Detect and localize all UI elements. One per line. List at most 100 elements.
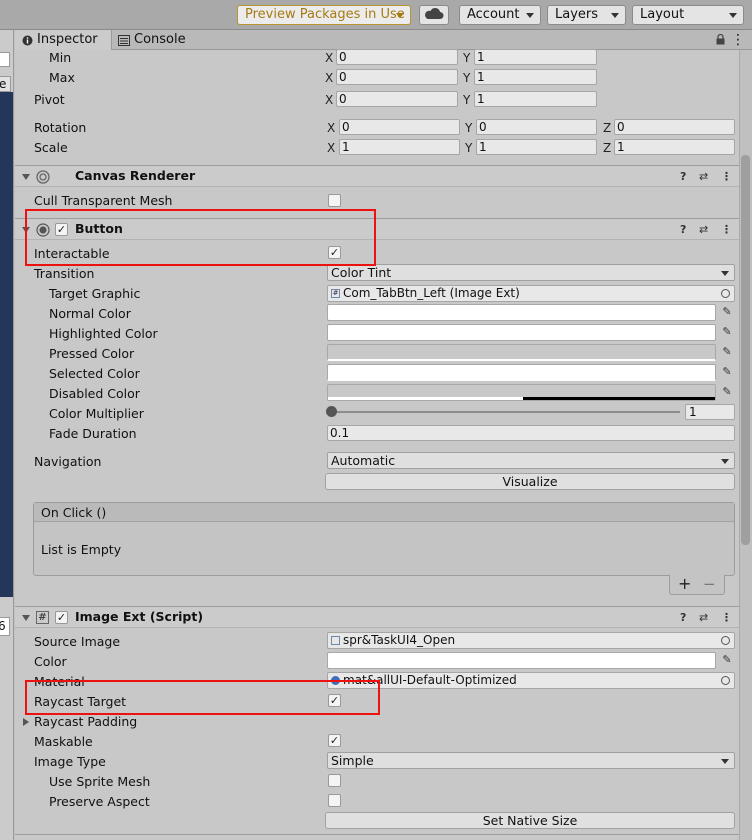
presets-icon[interactable]: ⇄ bbox=[699, 171, 708, 183]
canvas-renderer-header[interactable]: Canvas Renderer ? ⇄ ⋮ bbox=[15, 165, 739, 187]
scale-z-field[interactable]: 1 bbox=[614, 139, 735, 155]
hierarchy-search-field[interactable] bbox=[0, 52, 10, 67]
list-empty-text: List is Empty bbox=[41, 542, 122, 557]
pivot-x-field[interactable]: 0 bbox=[336, 91, 458, 107]
eyedropper-icon[interactable]: ✎ bbox=[720, 365, 734, 379]
layers-dropdown[interactable]: Layers bbox=[547, 5, 626, 25]
axis-y-label: Y bbox=[463, 93, 471, 107]
color-multiplier-slider-handle[interactable] bbox=[326, 406, 337, 417]
component-menu-icon[interactable]: ⋮ bbox=[721, 224, 732, 236]
on-click-event-box: On Click () List is Empty bbox=[33, 502, 735, 576]
raycast-target-checkbox[interactable]: ✓ bbox=[328, 694, 341, 707]
image-ext-enabled-checkbox[interactable]: ✓ bbox=[55, 611, 68, 624]
preserve-aspect-checkbox[interactable] bbox=[328, 794, 341, 807]
color-multiplier-slider-track[interactable] bbox=[332, 411, 680, 413]
scale-x-field[interactable]: 1 bbox=[339, 139, 460, 155]
remove-event-button[interactable]: − bbox=[703, 575, 716, 593]
cull-transparent-mesh-checkbox[interactable] bbox=[328, 194, 341, 207]
component-divider bbox=[15, 834, 739, 835]
hierarchy-list[interactable] bbox=[0, 92, 13, 597]
axis-z-label: Z bbox=[603, 141, 612, 155]
disabled-color-field[interactable] bbox=[327, 384, 716, 401]
rotation-x-field[interactable]: 0 bbox=[339, 119, 460, 135]
fade-duration-field[interactable]: 0.1 bbox=[327, 425, 735, 441]
image-type-dropdown[interactable]: Simple bbox=[327, 752, 735, 769]
pivot-label: Pivot bbox=[34, 92, 65, 107]
pressed-color-label: Pressed Color bbox=[49, 346, 135, 361]
raycast-padding-label[interactable]: Raycast Padding bbox=[34, 715, 137, 729]
presets-icon[interactable]: ⇄ bbox=[699, 224, 708, 236]
preview-packages-button[interactable]: Preview Packages in Use bbox=[237, 5, 411, 25]
rotation-z-field[interactable]: 0 bbox=[614, 119, 735, 135]
presets-icon[interactable]: ⇄ bbox=[699, 612, 708, 624]
rotation-y-field[interactable]: 0 bbox=[476, 119, 597, 135]
target-graphic-field[interactable]: # Com_TabBtn_Left (Image Ext) bbox=[327, 285, 735, 302]
pressed-color-field[interactable] bbox=[327, 344, 716, 361]
anchors-min-x-field[interactable]: 0 bbox=[336, 49, 458, 65]
eyedropper-icon[interactable]: ✎ bbox=[720, 325, 734, 339]
button-enabled-checkbox[interactable]: ✓ bbox=[55, 223, 68, 236]
tab-console[interactable]: Console bbox=[114, 30, 204, 50]
foldout-arrow-icon[interactable] bbox=[23, 718, 29, 726]
eyedropper-icon[interactable]: ✎ bbox=[720, 385, 734, 399]
maskable-checkbox[interactable]: ✓ bbox=[328, 734, 341, 747]
transition-dropdown[interactable]: Color Tint bbox=[327, 264, 735, 281]
add-event-button[interactable]: + bbox=[678, 575, 691, 593]
help-icon[interactable]: ? bbox=[680, 224, 686, 236]
highlighted-color-field[interactable] bbox=[327, 324, 716, 341]
interactable-checkbox[interactable]: ✓ bbox=[328, 246, 341, 259]
selected-color-label: Selected Color bbox=[49, 366, 140, 381]
selected-color-field[interactable] bbox=[327, 364, 716, 381]
normal-color-field[interactable] bbox=[327, 304, 716, 321]
help-icon[interactable]: ? bbox=[680, 612, 686, 624]
object-picker-icon[interactable] bbox=[721, 289, 730, 298]
foldout-arrow-icon[interactable] bbox=[22, 174, 30, 180]
visualize-button[interactable]: Visualize bbox=[325, 473, 735, 490]
scale-y-field[interactable]: 1 bbox=[476, 139, 597, 155]
navigation-dropdown[interactable]: Automatic bbox=[327, 452, 735, 469]
tab-menu-icon[interactable]: ⋮ bbox=[731, 30, 745, 50]
eyedropper-icon[interactable]: ✎ bbox=[720, 305, 734, 319]
eyedropper-icon[interactable]: ✎ bbox=[720, 653, 734, 667]
material-field[interactable]: mat&allUI-Default-Optimized bbox=[327, 672, 735, 689]
color-label: Color bbox=[34, 654, 67, 669]
anchors-min-y-field[interactable]: 1 bbox=[474, 49, 597, 65]
image-ext-header[interactable]: # ✓ Image Ext (Script) ? ⇄ ⋮ bbox=[15, 606, 739, 628]
use-sprite-mesh-checkbox[interactable] bbox=[328, 774, 341, 787]
preserve-aspect-label: Preserve Aspect bbox=[49, 794, 150, 809]
material-label: Material bbox=[34, 674, 85, 689]
component-menu-icon[interactable]: ⋮ bbox=[721, 171, 732, 183]
anchors-max-y-field[interactable]: 1 bbox=[474, 69, 597, 85]
cloud-button[interactable] bbox=[419, 5, 449, 25]
anchors-min-label: Min bbox=[49, 50, 72, 65]
button-component-header[interactable]: ✓ Button ? ⇄ ⋮ bbox=[15, 218, 739, 240]
eyedropper-icon[interactable]: ✎ bbox=[720, 345, 734, 359]
script-icon: # bbox=[36, 611, 49, 624]
set-native-size-button[interactable]: Set Native Size bbox=[325, 812, 735, 829]
source-image-field[interactable]: spr&TaskUI4_Open bbox=[327, 632, 735, 649]
on-click-header: On Click () bbox=[34, 503, 734, 522]
pivot-y-field[interactable]: 1 bbox=[474, 91, 597, 107]
hierarchy-field-2[interactable]: 6 bbox=[0, 617, 10, 636]
object-picker-icon[interactable] bbox=[721, 676, 730, 685]
lock-icon[interactable] bbox=[716, 34, 725, 45]
scale-label: Scale bbox=[34, 140, 68, 155]
layout-dropdown[interactable]: Layout bbox=[632, 5, 744, 25]
canvas-renderer-title: Canvas Renderer bbox=[75, 168, 196, 183]
anchors-max-x-field[interactable]: 0 bbox=[336, 69, 458, 85]
account-dropdown[interactable]: Account bbox=[459, 5, 541, 25]
color-multiplier-field[interactable]: 1 bbox=[685, 404, 735, 420]
foldout-arrow-icon[interactable] bbox=[22, 227, 30, 233]
hierarchy-field[interactable]: e bbox=[0, 76, 11, 92]
component-menu-icon[interactable]: ⋮ bbox=[721, 612, 732, 624]
preview-packages-label: Preview Packages in Use bbox=[245, 7, 405, 22]
scrollbar-thumb[interactable] bbox=[741, 155, 750, 545]
fade-duration-label: Fade Duration bbox=[49, 426, 137, 441]
help-icon[interactable]: ? bbox=[680, 171, 686, 183]
color-field[interactable] bbox=[327, 652, 716, 669]
source-image-label: Source Image bbox=[34, 634, 121, 649]
tab-inspector[interactable]: Inspector bbox=[15, 30, 112, 50]
foldout-arrow-icon[interactable] bbox=[22, 615, 30, 621]
object-picker-icon[interactable] bbox=[721, 636, 730, 645]
use-sprite-mesh-label: Use Sprite Mesh bbox=[49, 774, 151, 789]
